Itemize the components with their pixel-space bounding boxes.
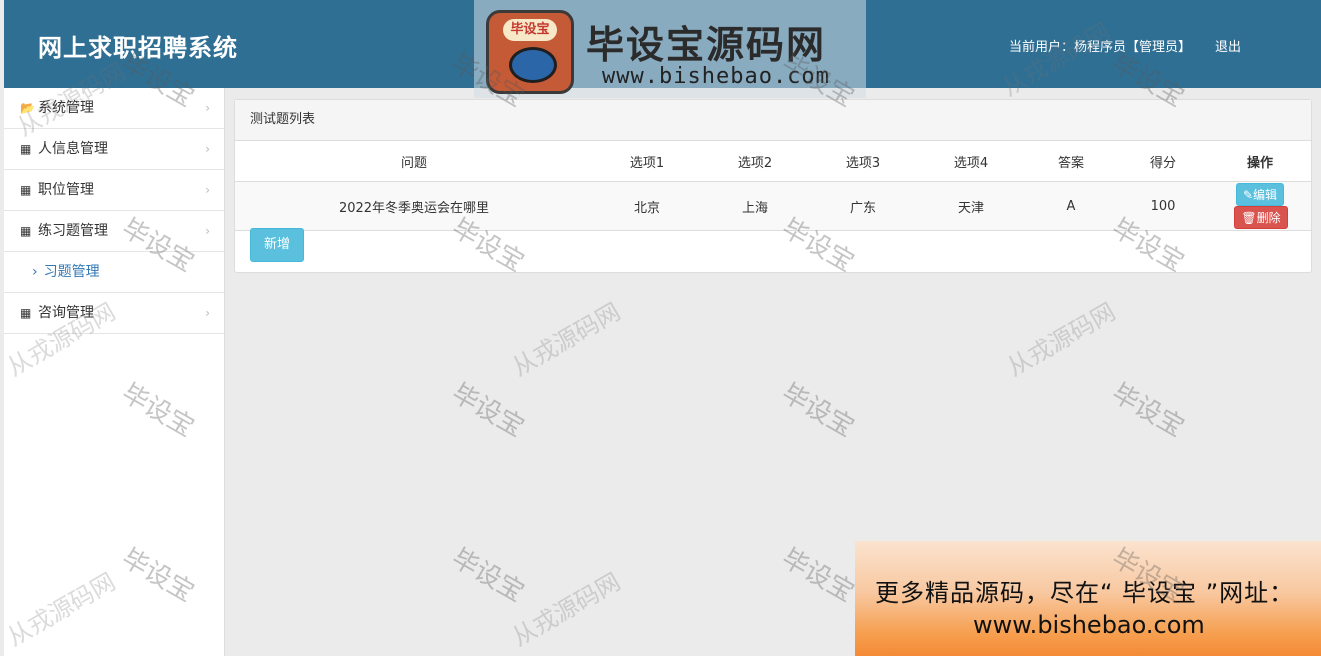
watermark: 从戎源码网 (507, 297, 626, 382)
table-header-row: 问题 选项1 选项2 选项3 选项4 答案 得分 操作 (235, 141, 1311, 182)
delete-label: 删除 (1256, 211, 1281, 225)
cell-option2: 上海 (701, 181, 809, 231)
column-header: 选项1 (593, 141, 701, 182)
logo-name: 毕设宝源码网 (586, 23, 827, 67)
chevron-right-icon: › (205, 142, 210, 156)
cell-score: 100 (1117, 181, 1209, 231)
delete-button[interactable]: 🗑删除 (1234, 206, 1288, 229)
sidebar-item-label: 咨询管理 (38, 305, 94, 321)
cell-question: 2022年冬季奥运会在哪里 (235, 181, 593, 231)
watermark: 毕设宝 (446, 378, 530, 444)
sidebar-item-consult[interactable]: ▦ 咨询管理 › (4, 293, 224, 334)
logo-badge-text: 毕设宝 (503, 19, 557, 41)
chevron-right-icon: › (205, 183, 210, 197)
sidebar: 📂 系统管理 › ▦ 人信息管理 › ▦ 职位管理 › ▦ 练习题管理 › › 习题管理 … (4, 88, 225, 656)
watermark: 毕设宝 (1106, 378, 1190, 444)
column-header: 得分 (1117, 141, 1209, 182)
trash-icon: 🗑 (1241, 211, 1257, 225)
cell-option1: 北京 (593, 181, 701, 231)
column-header: 选项3 (809, 141, 917, 182)
chevron-right-icon: › (205, 101, 210, 115)
column-header: 选项2 (701, 141, 809, 182)
promo-text: 更多精品源码，尽在“ 毕设宝 ”网址： (875, 579, 1295, 607)
watermark: 毕设宝 (776, 378, 860, 444)
watermark: 毕设宝 (446, 543, 530, 609)
add-button[interactable]: 新增 (250, 228, 304, 262)
current-user: 当前用户：杨程序员【管理员】 (1008, 40, 1191, 55)
cell-option3: 广东 (809, 181, 917, 231)
cell-option4: 天津 (917, 181, 1025, 231)
watermark: 毕设宝 (776, 543, 860, 609)
logo-face-icon (509, 47, 557, 83)
sidebar-subitem-label: 习题管理 (43, 264, 100, 280)
question-list-panel: 测试题列表 问题 选项1 选项2 选项3 选项4 答案 得分 操作 2022年冬… (234, 99, 1312, 273)
column-header: 答案 (1025, 141, 1117, 182)
grid-icon: ▦ (20, 142, 32, 156)
sidebar-item-person-info[interactable]: ▦ 人信息管理 › (4, 129, 224, 170)
chevron-right-icon: › (205, 306, 210, 320)
column-header: 选项4 (917, 141, 1025, 182)
sidebar-item-label: 系统管理 (38, 100, 94, 116)
folder-open-icon: 📂 (20, 101, 35, 115)
cell-actions: ✎编辑🗑删除 (1209, 181, 1311, 231)
sidebar-item-label: 练习题管理 (38, 223, 108, 239)
edit-label: 编辑 (1253, 188, 1278, 202)
sidebar-item-label: 职位管理 (38, 182, 94, 198)
sidebar-item-position[interactable]: ▦ 职位管理 › (4, 170, 224, 211)
cell-answer: A (1025, 181, 1117, 231)
sidebar-subitem-questions[interactable]: › 习题管理 (4, 252, 224, 293)
promo-url: www.bishebao.com (973, 611, 1205, 639)
logout-link[interactable]: 退出 (1215, 36, 1241, 55)
grid-icon: ▦ (20, 306, 32, 320)
grid-icon: ▦ (20, 183, 32, 197)
logo-icon: 毕设宝 (486, 10, 574, 94)
edit-icon: ✎ (1242, 188, 1254, 202)
sidebar-item-exercise[interactable]: ▦ 练习题管理 › (4, 211, 224, 252)
column-header: 操作 (1209, 141, 1311, 182)
watermark: 从戎源码网 (1002, 297, 1121, 382)
column-header: 问题 (235, 141, 593, 182)
grid-icon: ▦ (20, 224, 32, 238)
app-title: 网上求职招聘系统 (38, 34, 238, 62)
table-row: 2022年冬季奥运会在哪里 北京 上海 广东 天津 A 100 ✎编辑🗑删除 (235, 181, 1311, 231)
edit-button[interactable]: ✎编辑 (1235, 183, 1285, 206)
chevron-right-icon: › (205, 224, 210, 238)
question-table: 问题 选项1 选项2 选项3 选项4 答案 得分 操作 2022年冬季奥运会在哪… (235, 141, 1311, 231)
chevron-right-icon: › (32, 264, 38, 280)
logo-url: www.bishebao.com (602, 64, 830, 89)
watermark: 从戎源码网 (507, 567, 626, 652)
promo-banner: 更多精品源码，尽在“ 毕设宝 ”网址： www.bishebao.com (855, 541, 1321, 656)
panel-title: 测试题列表 (235, 100, 1311, 141)
sidebar-item-label: 人信息管理 (38, 141, 108, 157)
logo-banner: 毕设宝 毕设宝源码网 www.bishebao.com (474, 0, 866, 98)
sidebar-item-system[interactable]: 📂 系统管理 › (4, 88, 224, 129)
